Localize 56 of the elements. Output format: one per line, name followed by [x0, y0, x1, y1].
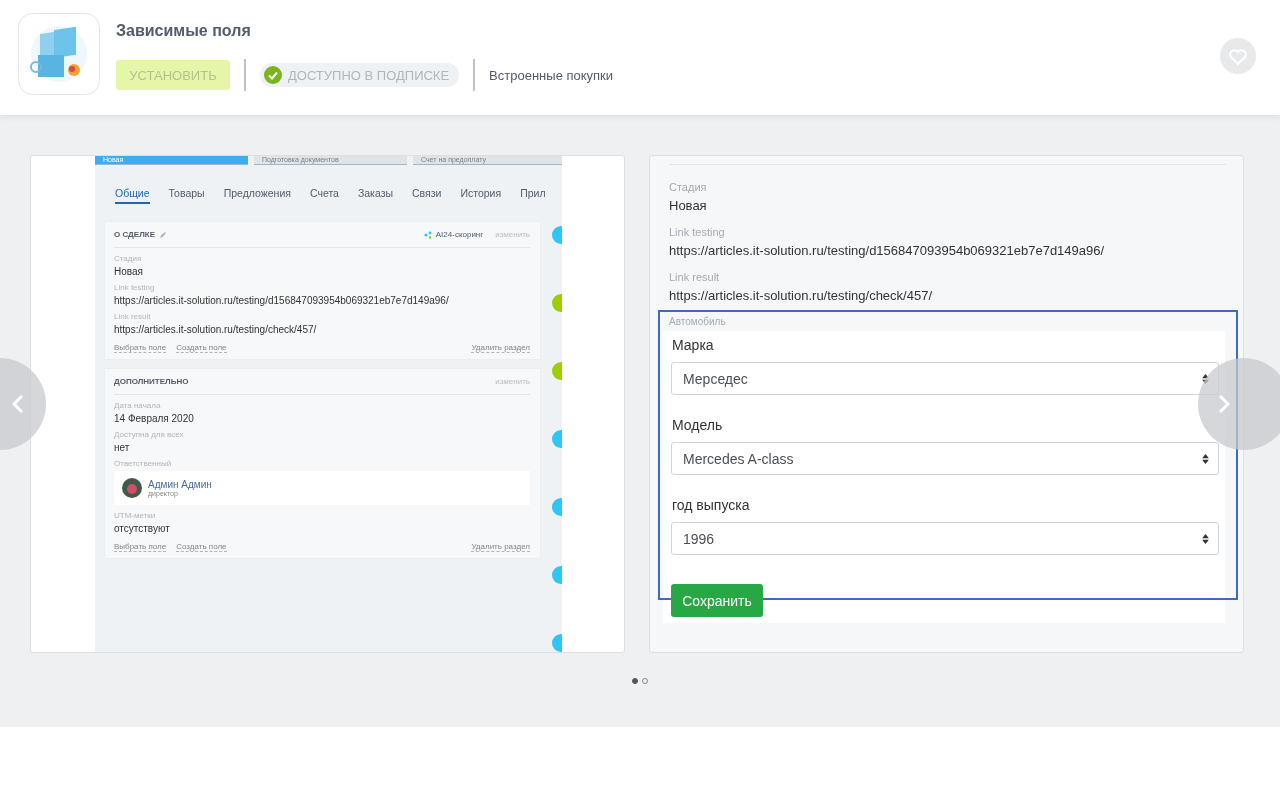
field-value: отсутствуют — [114, 523, 171, 534]
sort-arrows-icon — [1202, 533, 1209, 544]
field-label: Link testing — [669, 226, 726, 238]
field-value: Новая — [669, 198, 708, 213]
section-title: О СДЕЛКЕ — [114, 230, 155, 239]
field-label: Стадия — [669, 181, 708, 193]
save-button[interactable]: Сохранить — [671, 584, 763, 617]
field-value: https://articles.it-solution.ru/testing/check/457/ — [669, 288, 933, 303]
pencil-icon[interactable] — [159, 230, 167, 239]
tab[interactable]: Товары — [168, 187, 205, 204]
app-title: Зависимые поля — [116, 22, 252, 40]
field-label: Link result — [669, 271, 721, 283]
field-label: Ответственный — [114, 459, 173, 468]
subscription-badge: ДОСТУПНО В ПОДПИСКЕ — [260, 63, 460, 87]
check-icon — [264, 66, 282, 84]
field-value: https://articles.it-solution.ru/testing/d156847093954b069321eb7e7d149a96/ — [114, 295, 450, 306]
tab[interactable]: Заказы — [357, 187, 394, 204]
field-label: Дата начала — [114, 401, 162, 410]
delete-section-link[interactable]: Удалить раздел — [471, 542, 530, 552]
sort-arrows-icon — [1202, 453, 1209, 464]
section-title: ДОПОЛНИТЕЛЬНО — [114, 377, 189, 386]
field-label: Доступна для всех — [114, 430, 185, 439]
group-title: Автомобиль — [669, 316, 727, 327]
field-value: Новая — [114, 266, 144, 277]
field-value: https://articles.it-solution.ru/testing/d156847093954b069321eb7e7d149a96/ — [669, 243, 1106, 258]
scoring-link[interactable]: AI24-скоринг — [435, 230, 484, 239]
chevron-right-icon — [1218, 394, 1230, 414]
field-value: нет — [114, 442, 131, 453]
field-link[interactable]: Выбрать поле — [114, 542, 167, 552]
field-value: https://articles.it-solution.ru/testing/check/457/ — [114, 324, 318, 335]
nodes-icon — [423, 230, 432, 239]
app-icon — [18, 13, 100, 95]
select-label: год выпуска — [672, 497, 751, 513]
tab[interactable]: Прил — [520, 187, 546, 204]
purchases-label: Встроенные покупки — [489, 67, 614, 83]
tab[interactable]: Общие — [115, 187, 150, 204]
field-label: UTM-метки — [114, 511, 157, 520]
tab[interactable]: Предложения — [223, 187, 291, 204]
field-label: Стадия — [114, 254, 143, 263]
field-link[interactable]: Создать поле — [176, 542, 227, 552]
tab[interactable]: Счета — [309, 187, 339, 204]
page-dot[interactable] — [632, 678, 638, 684]
select-field[interactable]: Mercedes A-class — [671, 442, 1219, 475]
field-link[interactable]: Создать поле — [176, 343, 227, 353]
select-label: Марка — [672, 337, 715, 353]
field-link[interactable]: Выбрать поле — [114, 343, 167, 353]
person-name[interactable]: Админ Админ — [148, 479, 212, 490]
tab[interactable]: История — [460, 187, 502, 204]
select-field[interactable]: Мерседес — [671, 362, 1219, 395]
field-value: 14 Февраля 2020 — [114, 413, 195, 424]
delete-section-link[interactable]: Удалить раздел — [471, 343, 530, 353]
select-field[interactable]: 1996 — [671, 522, 1219, 555]
chevron-left-icon — [12, 394, 24, 414]
tab[interactable]: Связи — [412, 187, 442, 204]
select-label: Модель — [672, 417, 724, 433]
avatar-icon — [122, 478, 142, 498]
